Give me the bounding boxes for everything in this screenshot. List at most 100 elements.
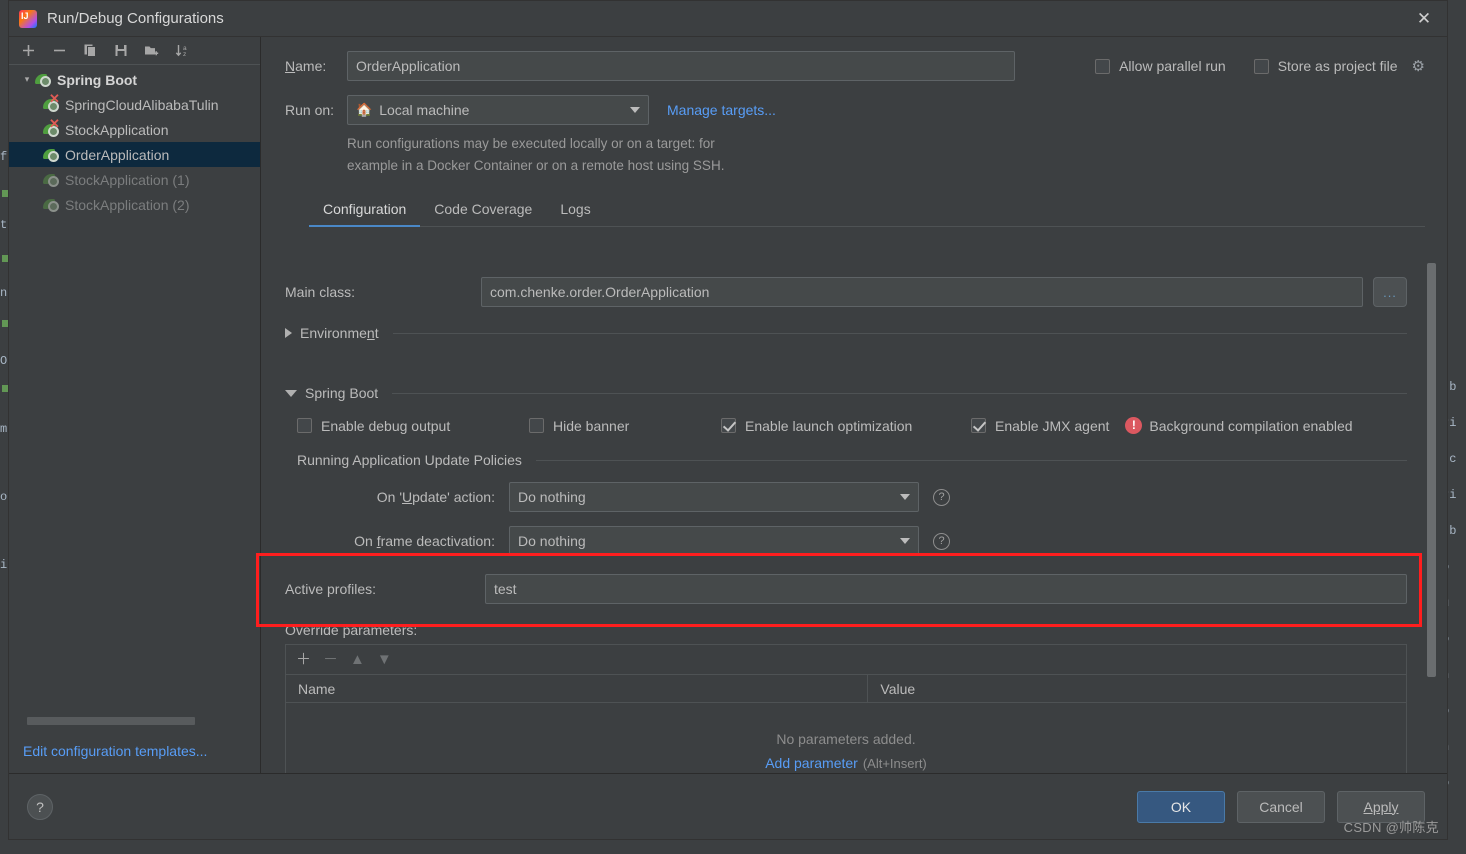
main-class-input[interactable]: com.chenke.order.OrderApplication xyxy=(481,277,1363,307)
tab-configuration[interactable]: Configuration xyxy=(309,195,421,227)
chevron-down-icon[interactable] xyxy=(900,494,910,500)
enable-jmx-agent-checkbox[interactable]: Enable JMX agent xyxy=(971,418,1109,434)
tab-code-coverage[interactable]: Code Coverage xyxy=(420,195,546,226)
main-class-label: Main class: xyxy=(285,284,356,300)
run-on-hint-line2: example in a Docker Container or on a re… xyxy=(347,158,725,173)
checkbox-box[interactable] xyxy=(971,418,986,433)
run-on-label: Run on: xyxy=(285,102,335,118)
checkbox-box[interactable] xyxy=(1253,58,1269,74)
new-folder-icon[interactable] xyxy=(141,40,163,62)
name-label: Name: xyxy=(285,58,327,74)
sort-alphabetical-icon[interactable]: a z xyxy=(172,40,194,62)
tree-item-stockapplication-2[interactable]: StockApplication (2) xyxy=(9,192,260,217)
table-empty-state: No parameters added. Add parameter (Alt+I… xyxy=(286,703,1406,773)
active-profiles-input[interactable]: test xyxy=(485,574,1407,604)
configuration-scrollbar-thumb[interactable] xyxy=(1427,263,1436,677)
scrollbar-thumb[interactable] xyxy=(27,717,195,725)
column-header-value: Value xyxy=(880,680,916,697)
question-circle-icon[interactable]: ? xyxy=(933,532,950,550)
on-update-action-label: On 'Update' action: xyxy=(376,489,495,505)
tree-item-springcloudalibabatulin[interactable]: ✕ SpringCloudAlibabaTulin xyxy=(9,92,260,117)
checkbox-box[interactable] xyxy=(297,418,312,433)
configurations-tree[interactable]: ▾ Spring Boot ✕ SpringCloudAlibabaTulin xyxy=(9,65,260,713)
tree-group-spring-boot[interactable]: ▾ Spring Boot xyxy=(9,67,260,92)
on-frame-deactivation-select[interactable]: Do nothing xyxy=(509,526,919,556)
background-text-fragment: o xyxy=(0,490,8,504)
enable-launch-optimization-checkbox[interactable]: Enable launch optimization xyxy=(721,418,971,434)
run-on-select[interactable]: 🏠 Local machine xyxy=(347,95,649,125)
tab-logs[interactable]: Logs xyxy=(546,195,604,226)
update-policies-title: Running Application Update Policies xyxy=(297,452,522,468)
add-parameter-shortcut: (Alt+Insert) xyxy=(862,756,927,771)
tree-item-label: SpringCloudAlibabaTulin xyxy=(65,96,219,113)
tree-item-label: StockApplication xyxy=(65,121,169,138)
browse-main-class-button[interactable]: ... xyxy=(1373,277,1407,307)
hide-banner-checkbox[interactable]: Hide banner xyxy=(529,418,721,434)
run-on-row: Run on: 🏠 Local machine Manage targets..… xyxy=(285,95,1425,125)
checkbox-box[interactable] xyxy=(1095,58,1111,74)
chevron-right-icon[interactable] xyxy=(285,328,292,338)
dialog-footer: ? OK Cancel Apply CSDN @帅陈克 xyxy=(9,773,1447,839)
edit-configuration-templates-link[interactable]: Edit configuration templates... xyxy=(23,743,207,759)
environment-section-title: Environment xyxy=(300,325,379,341)
ok-button[interactable]: OK xyxy=(1137,790,1225,823)
gear-icon[interactable]: ⚙ xyxy=(1412,57,1425,75)
table-header-row: Name Value xyxy=(286,675,1406,703)
spring-boot-section-header[interactable]: Spring Boot xyxy=(285,385,1407,401)
dialog-body: a z ▾ Spring Boot ✕ SpringCloudAlibabaTu… xyxy=(9,37,1447,773)
enable-debug-output-checkbox[interactable]: Enable debug output xyxy=(297,418,529,434)
add-parameter-link[interactable]: Add parameter xyxy=(765,755,858,771)
main-class-row: Main class: com.chenke.order.OrderApplic… xyxy=(285,277,1407,307)
column-header-name: Name xyxy=(286,675,869,702)
background-text-fragment: m xyxy=(0,422,8,436)
enable-launch-optimization-label: Enable launch optimization xyxy=(745,417,913,434)
move-down-icon: ▼ xyxy=(376,651,392,668)
tree-item-stockapplication-1[interactable]: StockApplication (1) xyxy=(9,167,260,192)
add-parameter-line: Add parameter (Alt+Insert) xyxy=(765,755,927,771)
environment-section-header[interactable]: Environment xyxy=(285,325,1407,341)
on-update-action-value: Do nothing xyxy=(518,489,586,505)
section-divider xyxy=(392,392,1407,394)
background-text-fragment: n xyxy=(0,286,8,300)
on-frame-deactivation-label: On frame deactivation: xyxy=(354,533,495,549)
chevron-down-icon[interactable] xyxy=(900,538,910,544)
remove-configuration-button[interactable] xyxy=(48,40,70,62)
move-up-icon: ▲ xyxy=(350,651,365,668)
enable-jmx-agent-label: Enable JMX agent xyxy=(995,417,1110,434)
copy-configuration-button[interactable] xyxy=(79,40,101,62)
close-icon[interactable]: ✕ xyxy=(1401,1,1447,36)
chevron-down-icon[interactable]: ▾ xyxy=(19,74,35,85)
add-parameter-icon[interactable]: ＋ xyxy=(296,652,311,667)
configuration-right-pane: Name: OrderApplication Allow parallel ru… xyxy=(261,37,1447,773)
dialog-title: Run/Debug Configurations xyxy=(47,10,224,27)
checkbox-box[interactable] xyxy=(721,418,736,433)
checkbox-box[interactable] xyxy=(529,418,544,433)
store-as-project-file-checkbox[interactable]: Store as project file ⚙ xyxy=(1253,57,1425,75)
section-divider xyxy=(535,459,1407,461)
on-update-action-row: On 'Update' action: Do nothing ? xyxy=(297,482,1407,512)
hide-banner-label: Hide banner xyxy=(553,417,630,434)
home-icon: 🏠 xyxy=(356,102,373,117)
update-policies-group: Running Application Update Policies On '… xyxy=(297,452,1407,556)
no-parameters-text: No parameters added. xyxy=(776,731,916,747)
tree-item-orderapplication[interactable]: OrderApplication xyxy=(9,142,260,167)
name-input[interactable]: OrderApplication xyxy=(347,51,1015,81)
chevron-down-icon[interactable] xyxy=(285,389,297,397)
allow-parallel-run-checkbox[interactable]: Allow parallel run xyxy=(1095,58,1226,74)
spring-boot-error-icon: ✕ xyxy=(43,117,61,139)
tree-item-label: StockApplication (1) xyxy=(65,171,190,188)
tree-item-stockapplication[interactable]: ✕ StockApplication xyxy=(9,117,260,142)
cancel-button[interactable]: Cancel xyxy=(1237,790,1325,823)
override-parameters-label: Override parameters: xyxy=(285,622,418,638)
on-update-action-select[interactable]: Do nothing xyxy=(509,482,919,512)
manage-targets-link[interactable]: Manage targets... xyxy=(667,102,776,118)
chevron-down-icon[interactable] xyxy=(630,107,640,113)
run-debug-configurations-dialog: Run/Debug Configurations ✕ xyxy=(8,0,1448,840)
add-configuration-button[interactable] xyxy=(17,40,39,62)
csdn-watermark: CSDN @帅陈克 xyxy=(1343,820,1439,835)
question-circle-icon[interactable]: ? xyxy=(933,488,950,506)
help-button[interactable]: ? xyxy=(27,793,53,820)
tree-horizontal-scrollbar[interactable] xyxy=(9,713,260,729)
save-configuration-button[interactable] xyxy=(110,40,132,62)
tree-item-label: Spring Boot xyxy=(57,71,138,88)
